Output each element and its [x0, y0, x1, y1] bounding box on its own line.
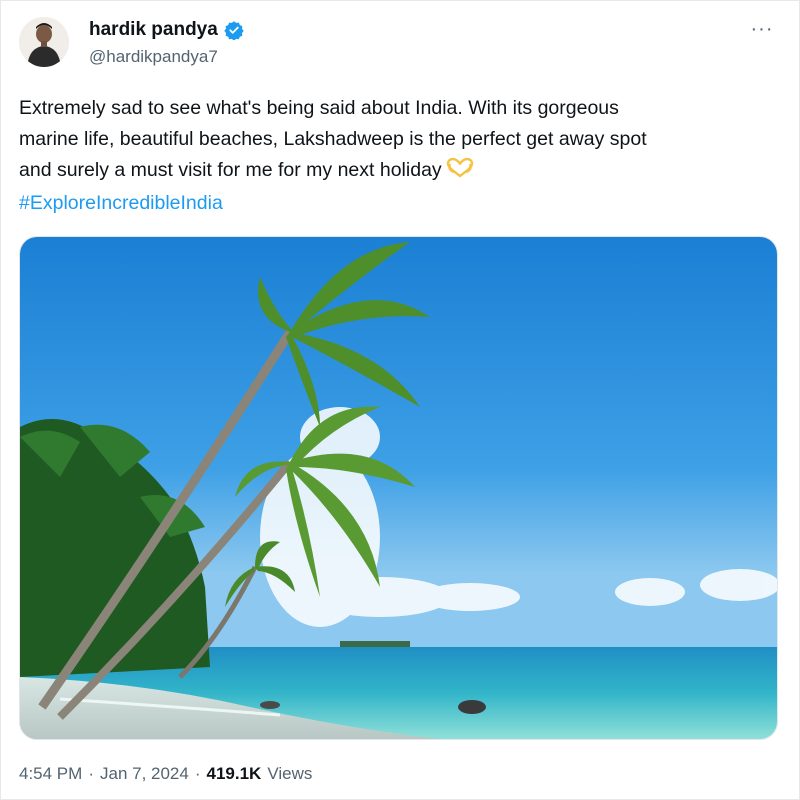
- author-name-row: hardik pandya: [89, 19, 244, 41]
- tweet-card: hardik pandya @hardikpandya7 ··· Extreme…: [0, 0, 800, 800]
- tweet-media-image[interactable]: [19, 236, 778, 740]
- tweet-date[interactable]: Jan 7, 2024: [100, 764, 189, 784]
- views-label: Views: [267, 764, 313, 783]
- tweet-time[interactable]: 4:54 PM: [19, 764, 82, 784]
- heart-hands-icon: [446, 157, 474, 188]
- tweet-line: and surely a must visit for me for my ne…: [19, 155, 779, 188]
- tweet-text: Extremely sad to see what's being said a…: [19, 93, 779, 219]
- tweet-line: Extremely sad to see what's being said a…: [19, 97, 619, 119]
- tweet-line: marine life, beautiful beaches, Lakshadw…: [19, 128, 647, 150]
- views-count[interactable]: 419.1K: [207, 764, 262, 784]
- meta-separator: ·: [88, 764, 94, 783]
- avatar-image: [19, 17, 69, 67]
- author-handle[interactable]: @hardikpandya7: [89, 47, 218, 67]
- more-options-button[interactable]: ···: [747, 19, 777, 39]
- meta-separator: ·: [194, 764, 201, 783]
- hashtag-link[interactable]: #ExploreIncredibleIndia: [19, 192, 223, 214]
- tweet-line: #ExploreIncredibleIndia: [19, 188, 779, 219]
- beach-photo: [20, 237, 777, 739]
- tweet-meta: 4:54 PM · Jan 7, 2024 · 419.1K Views: [19, 764, 312, 784]
- verified-badge-icon: [224, 20, 244, 41]
- author-display-name[interactable]: hardik pandya: [89, 19, 218, 41]
- avatar[interactable]: [19, 17, 69, 67]
